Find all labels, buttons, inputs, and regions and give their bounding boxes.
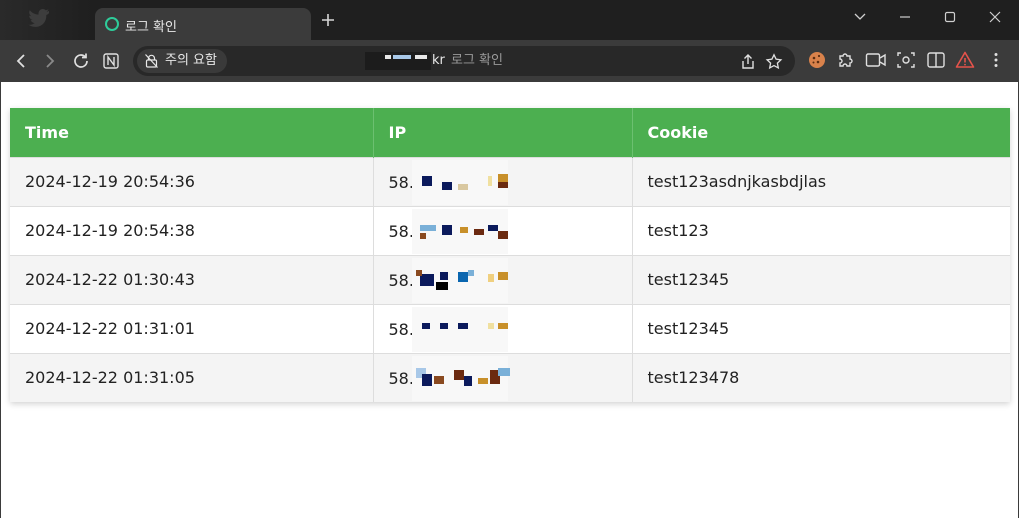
cell-ip: 58. (373, 303, 633, 353)
arrow-right-icon (46, 54, 55, 68)
log-table-container: Time IP Cookie 2024-12-19 20:54:36 58. tes… (10, 108, 1010, 402)
tab-active[interactable]: 로그 확인 (95, 8, 311, 40)
close-window-button[interactable] (980, 6, 1010, 28)
tab-search-button[interactable] (845, 6, 875, 28)
bird-icon (28, 8, 50, 30)
ip-visible-prefix: 58. (388, 368, 414, 388)
table-row: 2024-12-22 01:31:05 58. test123478 (10, 352, 1010, 402)
titlebar-decoration (0, 0, 92, 40)
video-button[interactable] (865, 50, 887, 72)
cell-cookie: test123asdnjkasbdjlas (632, 156, 1010, 206)
cell-cookie: test123 (632, 205, 1010, 255)
reload-icon (74, 53, 88, 68)
notion-icon (103, 53, 119, 69)
extensions-button[interactable] (836, 50, 858, 72)
ip-visible-prefix: 58. (388, 221, 414, 241)
ip-redaction-mosaic (411, 257, 508, 303)
puzzle-icon (839, 53, 853, 67)
table-header-row: Time IP Cookie (10, 108, 1010, 157)
table-row: 2024-12-22 01:30:43 58. test12345 (10, 254, 1010, 304)
close-icon (989, 11, 1001, 23)
plus-icon (322, 14, 334, 26)
table-row: 2024-12-22 01:31:01 58. test12345 (10, 303, 1010, 353)
cell-time: 2024-12-22 01:31:01 (10, 303, 374, 353)
minimize-icon (900, 16, 910, 18)
video-camera-icon (865, 53, 886, 67)
cell-ip: 58. (373, 254, 633, 304)
reload-button[interactable] (69, 49, 93, 73)
notion-extension-button[interactable] (99, 49, 123, 73)
maximize-button[interactable] (935, 6, 965, 28)
ip-visible-prefix: 58. (388, 270, 414, 290)
cookie-extension-button[interactable] (807, 50, 829, 72)
back-button[interactable] (9, 49, 33, 73)
table-row: 2024-12-19 20:54:38 58. test123 (10, 205, 1010, 255)
browser-menu-button[interactable] (986, 50, 1008, 72)
screenshot-button[interactable] (896, 50, 918, 72)
cell-ip: 58. (373, 352, 633, 402)
minimize-button[interactable] (890, 6, 920, 28)
not-secure-lock-icon (145, 54, 158, 68)
column-header-ip: IP (373, 108, 633, 157)
table-row: 2024-12-19 20:54:36 58. test123asdnjkasbdj… (10, 156, 1010, 206)
warning-button[interactable] (955, 50, 977, 72)
security-warning-chip[interactable]: 주의 요함 (137, 49, 227, 73)
cell-ip: 58. (373, 205, 633, 255)
sidebar-icon (927, 52, 945, 68)
url-page-title: 로그 확인 (451, 53, 503, 68)
cell-time: 2024-12-19 20:54:36 (10, 156, 374, 206)
column-header-time: Time (10, 108, 374, 157)
address-bar[interactable]: 주의 요함 kr 로그 확인 (133, 46, 795, 76)
new-tab-button[interactable] (318, 11, 338, 31)
ip-redaction-mosaic (411, 306, 508, 352)
redacted-domain (365, 52, 431, 70)
maximize-icon (944, 11, 956, 23)
chevron-down-icon (854, 13, 866, 20)
browser-titlebar: 로그 확인 (0, 0, 1019, 40)
page-favicon-icon (105, 17, 119, 31)
cell-cookie: test123478 (632, 352, 1010, 402)
ip-visible-prefix: 58. (388, 172, 414, 192)
tab-title: 로그 확인 (125, 20, 177, 35)
cell-cookie: test12345 (632, 303, 1010, 353)
log-table: Time IP Cookie 2024-12-19 20:54:36 58. tes… (10, 108, 1010, 402)
cell-cookie: test12345 (632, 254, 1010, 304)
cell-time: 2024-12-22 01:31:05 (10, 352, 374, 402)
ip-redaction-mosaic (411, 355, 510, 401)
ip-visible-prefix: 58. (388, 319, 414, 339)
column-header-cookie: Cookie (632, 108, 1010, 157)
forward-button[interactable] (38, 49, 62, 73)
bookmark-star-button[interactable] (765, 53, 783, 71)
share-button[interactable] (739, 53, 757, 71)
cookie-icon (809, 52, 825, 68)
star-icon (765, 53, 783, 70)
browser-toolbar: 주의 요함 kr 로그 확인 (0, 40, 1019, 82)
screenshot-icon (897, 52, 915, 68)
security-chip-label: 주의 요함 (165, 53, 217, 68)
domain-tail: kr (432, 53, 445, 68)
warning-triangle-icon (955, 51, 975, 68)
page-content: Time IP Cookie 2024-12-19 20:54:36 58. tes… (0, 82, 1019, 518)
share-icon (742, 54, 754, 69)
ip-redaction-mosaic (411, 208, 508, 254)
cell-time: 2024-12-22 01:30:43 (10, 254, 374, 304)
cell-time: 2024-12-19 20:54:38 (10, 205, 374, 255)
more-vertical-icon (994, 53, 998, 67)
arrow-left-icon (16, 54, 25, 68)
ip-redaction-mosaic (411, 159, 508, 205)
cell-ip: 58. (373, 156, 633, 206)
split-view-button[interactable] (926, 50, 948, 72)
